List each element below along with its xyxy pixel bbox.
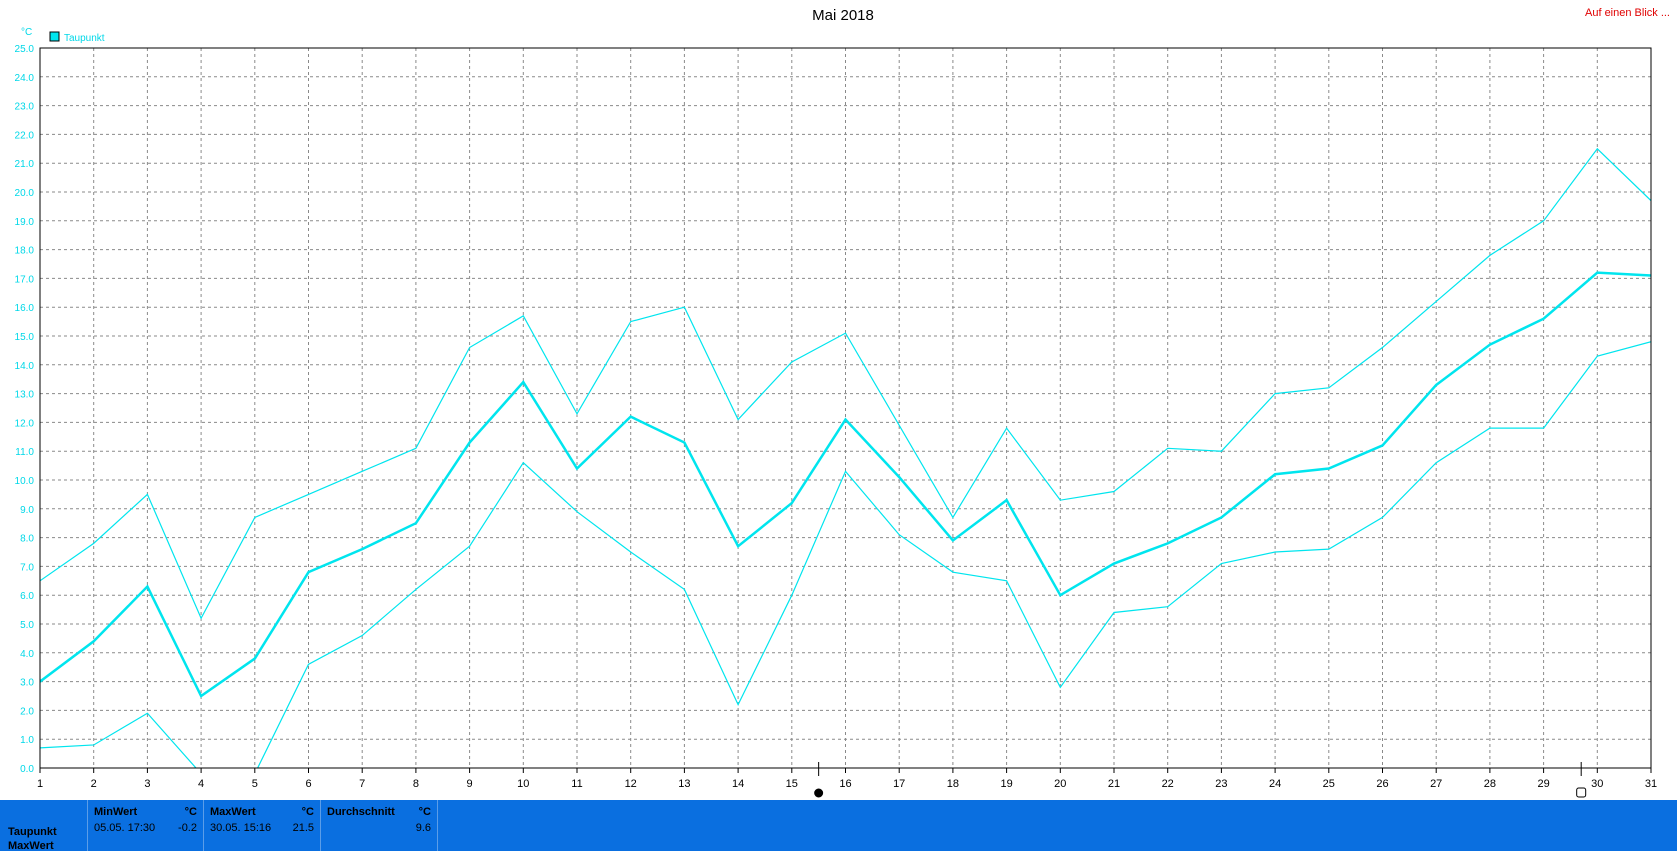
- y-axis-ticks: 0.0 1.0 2.0 3.0 4.0 5.0 6.0 7.0 8.0 9.0 10.0 11.0 12…: [15, 44, 35, 775]
- legend-label: Taupunkt: [64, 33, 105, 44]
- x-tick-label: 6: [305, 778, 311, 790]
- grid: [39, 47, 1652, 769]
- min-value: -0.2: [178, 822, 197, 834]
- avg-header: Durchschnitt: [327, 806, 395, 818]
- x-tick-label: 13: [678, 778, 690, 790]
- marker-circle: [814, 788, 824, 798]
- x-tick-label: 23: [1215, 778, 1227, 790]
- x-tick-label: 16: [839, 778, 851, 790]
- overview-link[interactable]: Auf einen Blick ...: [1585, 7, 1670, 19]
- x-tick-label: 30: [1591, 778, 1603, 790]
- x-tick-label: 26: [1376, 778, 1388, 790]
- x-tick-label: 5: [252, 778, 258, 790]
- y-tick-label: 20.0: [15, 188, 35, 199]
- y-axis-unit: °C: [21, 27, 32, 38]
- min-unit: °C: [184, 806, 197, 818]
- max-header: MaxWert: [210, 806, 256, 818]
- y-tick-label: 9.0: [20, 505, 34, 516]
- avg-stat: Durchschnitt °C 9.6: [321, 800, 437, 851]
- y-tick-label: 17.0: [15, 274, 35, 285]
- x-tick-label: 15: [786, 778, 798, 790]
- y-tick-label: 2.0: [20, 706, 34, 717]
- x-tick-label: 31: [1645, 778, 1657, 790]
- max-unit: °C: [301, 806, 314, 818]
- row-label-maxwert: MaxWert: [8, 840, 54, 852]
- x-axis-ticks: 1 2 3 4 5 6 7 8 9 10 11 12 13 14 15 16 17 18 19 20 21 22 23 24 2…: [37, 768, 1657, 790]
- row-label-taupunkt: Taupunkt: [8, 826, 57, 838]
- y-tick-label: 1.0: [20, 735, 34, 746]
- x-tick-label: 3: [144, 778, 150, 790]
- y-tick-label: 5.0: [20, 620, 34, 631]
- y-tick-label: 23.0: [15, 102, 35, 113]
- x-tick-label: 4: [198, 778, 204, 790]
- y-tick-label: 8.0: [20, 534, 34, 545]
- x-tick-label: 19: [1000, 778, 1012, 790]
- y-tick-label: 10.0: [15, 476, 35, 487]
- y-tick-label: 11.0: [15, 447, 34, 458]
- row-labels: Taupunkt MaxWert: [0, 800, 87, 852]
- y-tick-label: 3.0: [20, 678, 34, 689]
- max-datetime: 30.05. 15:16: [210, 822, 272, 834]
- x-tick-label: 20: [1054, 778, 1066, 790]
- chart-title: Mai 2018: [812, 7, 874, 24]
- x-tick-label: 1: [37, 778, 43, 790]
- x-tick-label: 10: [517, 778, 529, 790]
- y-tick-label: 16.0: [15, 303, 35, 314]
- min-header: MinWert: [94, 806, 138, 818]
- x-tick-label: 29: [1537, 778, 1549, 790]
- marker-square: [1576, 787, 1587, 798]
- min-stat: MinWert °C 05.05. 17:30 -0.2: [88, 800, 203, 851]
- x-tick-label: 7: [359, 778, 365, 790]
- y-tick-label: 24.0: [15, 73, 35, 84]
- chart: Mai 2018 Auf einen Blick ... Taupunkt °C…: [15, 7, 1670, 798]
- x-tick-label: 2: [91, 778, 97, 790]
- y-tick-label: 12.0: [15, 418, 35, 429]
- y-tick-label: 19.0: [15, 217, 35, 228]
- y-tick-label: 25.0: [15, 44, 35, 55]
- axis-markers: [814, 762, 1587, 798]
- avg-value: 9.6: [415, 822, 431, 834]
- x-tick-label: 22: [1162, 778, 1174, 790]
- avg-unit: °C: [418, 806, 431, 818]
- x-tick-label: 12: [625, 778, 637, 790]
- max-value: 21.5: [292, 822, 314, 834]
- x-tick-label: 14: [732, 778, 744, 790]
- x-tick-label: 18: [947, 778, 959, 790]
- x-tick-label: 21: [1108, 778, 1120, 790]
- legend-swatch: [49, 31, 60, 42]
- x-tick-label: 24: [1269, 778, 1281, 790]
- x-tick-label: 25: [1323, 778, 1335, 790]
- y-tick-label: 21.0: [15, 159, 35, 170]
- x-tick-label: 9: [467, 778, 473, 790]
- x-tick-label: 28: [1484, 778, 1496, 790]
- x-tick-label: 8: [413, 778, 419, 790]
- x-tick-label: 17: [893, 778, 905, 790]
- y-tick-label: 15.0: [15, 332, 35, 343]
- y-tick-label: 18.0: [15, 246, 35, 257]
- y-tick-label: 22.0: [15, 130, 35, 141]
- y-tick-label: 6.0: [20, 591, 34, 602]
- max-stat: MaxWert °C 30.05. 15:16 21.5: [204, 800, 320, 851]
- y-tick-label: 0.0: [20, 764, 34, 775]
- y-tick-label: 14.0: [15, 361, 35, 372]
- y-tick-label: 4.0: [20, 649, 34, 660]
- y-tick-label: 7.0: [20, 562, 34, 573]
- y-tick-label: 13.0: [15, 390, 35, 401]
- x-tick-label: 27: [1430, 778, 1442, 790]
- min-datetime: 05.05. 17:30: [94, 822, 156, 834]
- stats-bar: Taupunkt MaxWert MinWert °C 05.05. 17:30…: [0, 800, 1677, 852]
- x-tick-label: 11: [571, 778, 582, 790]
- separator: [437, 800, 438, 851]
